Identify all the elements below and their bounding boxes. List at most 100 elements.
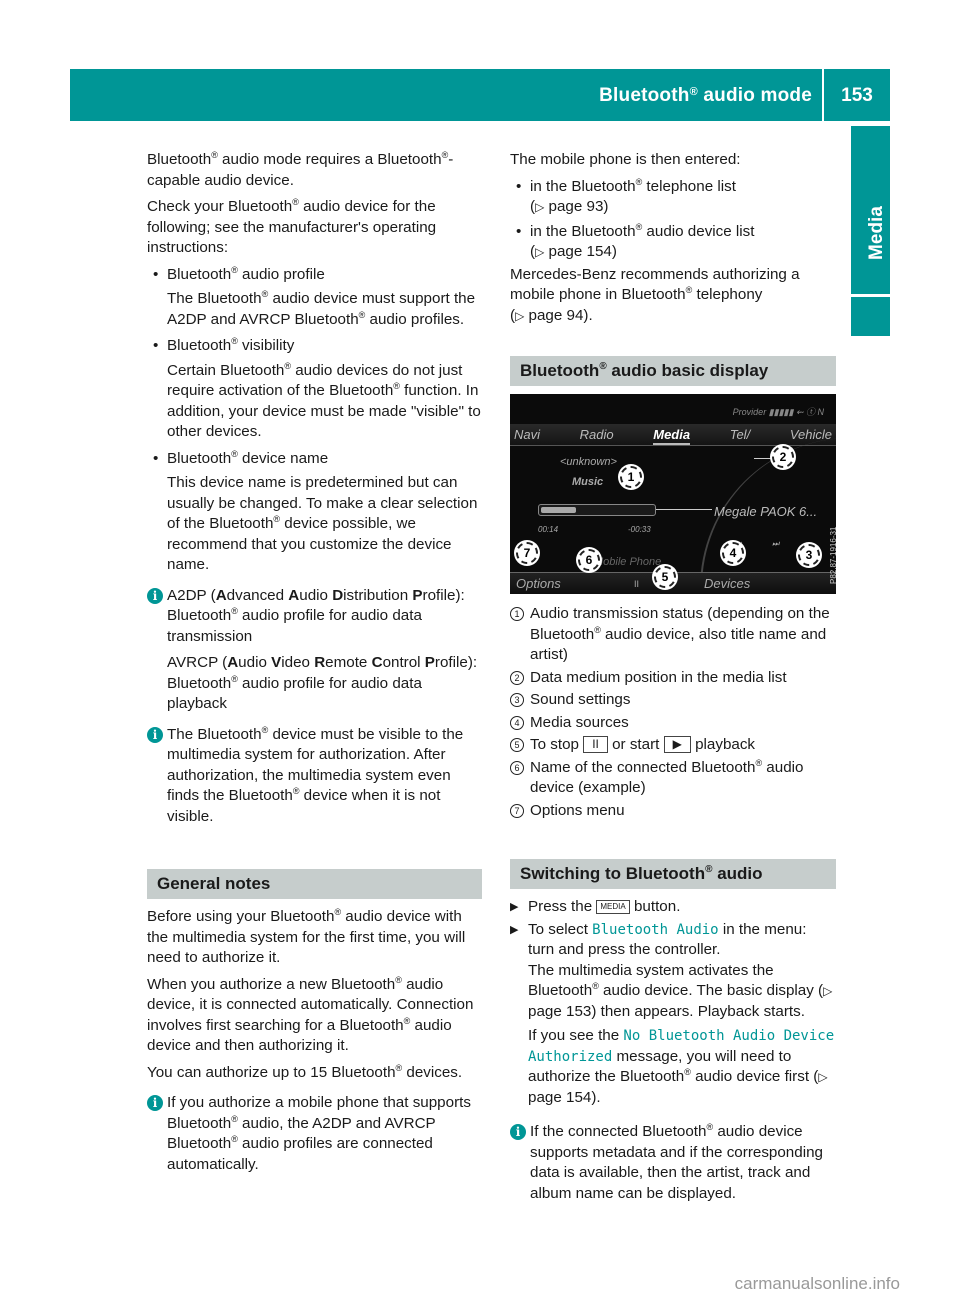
- track-unknown: <unknown>: [560, 456, 617, 468]
- text: audio basic display: [606, 361, 769, 380]
- text: When you authorize a new Bluetooth: [147, 975, 396, 993]
- text: If the connected Bluetooth: [530, 1123, 707, 1140]
- page-reference[interactable]: page 154).: [528, 1089, 601, 1106]
- registered-mark: ®: [231, 1113, 238, 1124]
- text: Bluetooth: [167, 337, 232, 354]
- info-icon: i: [510, 1124, 526, 1140]
- text: Certain Bluetooth: [167, 361, 285, 379]
- page-reference[interactable]: (▷ page 93): [530, 198, 609, 215]
- text: To stop: [530, 736, 579, 753]
- chapter-tab[interactable]: Media: [851, 126, 890, 294]
- info-note: i If you authorize a mobile phone that s…: [147, 1093, 482, 1175]
- step-arrow-icon: ▶: [510, 901, 519, 913]
- text: To select: [528, 920, 588, 938]
- time-remaining: -00:33: [628, 525, 651, 534]
- info-icon: i: [147, 726, 163, 743]
- callout-line: [656, 509, 712, 510]
- text: ideo: [281, 654, 315, 671]
- progress-bar: [538, 504, 656, 516]
- text: Name of the connected Bluetooth: [530, 758, 756, 776]
- pause-key-icon: II: [583, 736, 608, 754]
- acronym-letter: C: [371, 654, 383, 671]
- info-note-continued: AVRCP (Audio Video Remote Control Profil…: [147, 653, 482, 715]
- text: Media sources: [530, 713, 629, 731]
- text: Bluetooth: [167, 674, 232, 692]
- main-menu-bar: Navi Radio Media Tel/ Vehicle: [510, 424, 836, 446]
- title-text: audio mode: [697, 85, 812, 106]
- section-heading-basic-display: Bluetooth® audio basic display: [510, 356, 836, 386]
- legend-item: 2 Data medium position in the media list: [510, 668, 836, 689]
- text: Switching to Bluetooth: [520, 864, 706, 883]
- menu-tel: Tel/: [729, 427, 751, 442]
- text: Sound settings: [530, 691, 631, 708]
- devices-softkey: Devices: [704, 576, 751, 591]
- text: or start: [612, 736, 660, 753]
- header-bar: Bluetooth® audio mode: [70, 69, 822, 121]
- registered-mark: ®: [393, 381, 400, 391]
- legend-item: 1 Audio transmission status (depending on…: [510, 604, 836, 666]
- text: The Bluetooth: [167, 290, 262, 307]
- text: audio: [712, 864, 763, 883]
- status-bar: Provider ▮▮▮▮▮ ⇜ ⓣ N: [732, 407, 824, 417]
- callout-4: 4: [722, 542, 744, 564]
- registered-mark: ®: [592, 981, 599, 991]
- check-paragraph: Check your Bluetooth® audio device for t…: [147, 197, 482, 259]
- text: udio: [299, 586, 333, 604]
- text: device name: [237, 449, 329, 467]
- text: in the Bluetooth: [530, 222, 636, 240]
- menu-media: Media: [653, 424, 691, 445]
- xref-arrow-icon: ▷: [823, 984, 833, 998]
- paragraph: Before using your Bluetooth® audio devic…: [147, 907, 482, 969]
- registered-mark: ®: [689, 86, 698, 98]
- page-reference[interactable]: (▷ page 154): [530, 243, 617, 260]
- acronym-letter: V: [271, 654, 282, 671]
- text: rofile):: [422, 586, 465, 604]
- bullet-item: in the Bluetooth® audio device list(▷ pa…: [510, 222, 836, 263]
- acronym-letter: A: [288, 586, 300, 604]
- menu-item-reference: Bluetooth Audio: [592, 921, 719, 938]
- text: Options menu: [530, 801, 625, 819]
- legend-item: 7 Options menu: [510, 801, 836, 822]
- bullet-item: Bluetooth® visibility: [147, 336, 482, 357]
- pause-icon: II: [634, 579, 640, 589]
- legend-number: 2: [510, 670, 524, 685]
- text: audio profiles.: [365, 310, 465, 328]
- legend-item: 3 Sound settings: [510, 690, 836, 711]
- text: Bluetooth: [520, 361, 600, 380]
- bullet-item: in the Bluetooth® telephone list(▷ page …: [510, 177, 836, 218]
- section-heading-switching: Switching to Bluetooth® audio: [510, 859, 836, 889]
- page-reference[interactable]: (▷ page 94).: [510, 307, 593, 324]
- info-note: i A2DP (Advanced Audio Distribution Prof…: [147, 586, 482, 648]
- info-note: i If the connected Bluetooth® audio devi…: [510, 1122, 836, 1204]
- section-heading-general-notes: General notes: [147, 869, 482, 899]
- callout-line: [754, 458, 772, 459]
- acronym-letter: A: [227, 654, 239, 671]
- text: devices.: [402, 1063, 463, 1081]
- acronym-letter: R: [314, 654, 326, 671]
- text: page 93): [548, 198, 609, 215]
- text: dvanced: [226, 586, 289, 604]
- text: Bluetooth: [167, 607, 232, 624]
- text: Bluetooth: [167, 449, 232, 467]
- paragraph: When you authorize a new Bluetooth® audi…: [147, 975, 482, 1057]
- media-button-icon: MEDIA: [596, 899, 630, 914]
- registered-mark: ®: [231, 1134, 238, 1144]
- callout-5: 5: [654, 566, 676, 588]
- page-title: Bluetooth® audio mode: [599, 85, 822, 107]
- skip-icon: ⏭: [772, 539, 780, 548]
- text: button.: [633, 898, 681, 915]
- callout-3: 3: [798, 544, 820, 566]
- options-softkey: Options: [516, 576, 561, 591]
- callout-7: 7: [516, 542, 538, 564]
- bullet-body: Certain Bluetooth® audio devices do not …: [147, 361, 482, 443]
- menu-radio: Radio: [579, 427, 614, 442]
- text: audio device. The basic display (: [598, 982, 824, 999]
- page-reference[interactable]: page 153) then appears. Playback starts.: [528, 1003, 805, 1020]
- xref-arrow-icon: ▷: [818, 1070, 828, 1084]
- text: playback: [695, 736, 756, 753]
- acronym-letter: P: [412, 586, 423, 604]
- device-name: Megale PAOK 6...: [714, 504, 818, 519]
- text: A2DP (: [167, 586, 216, 604]
- registered-mark: ®: [684, 1067, 691, 1077]
- title-text: Bluetooth: [599, 85, 690, 106]
